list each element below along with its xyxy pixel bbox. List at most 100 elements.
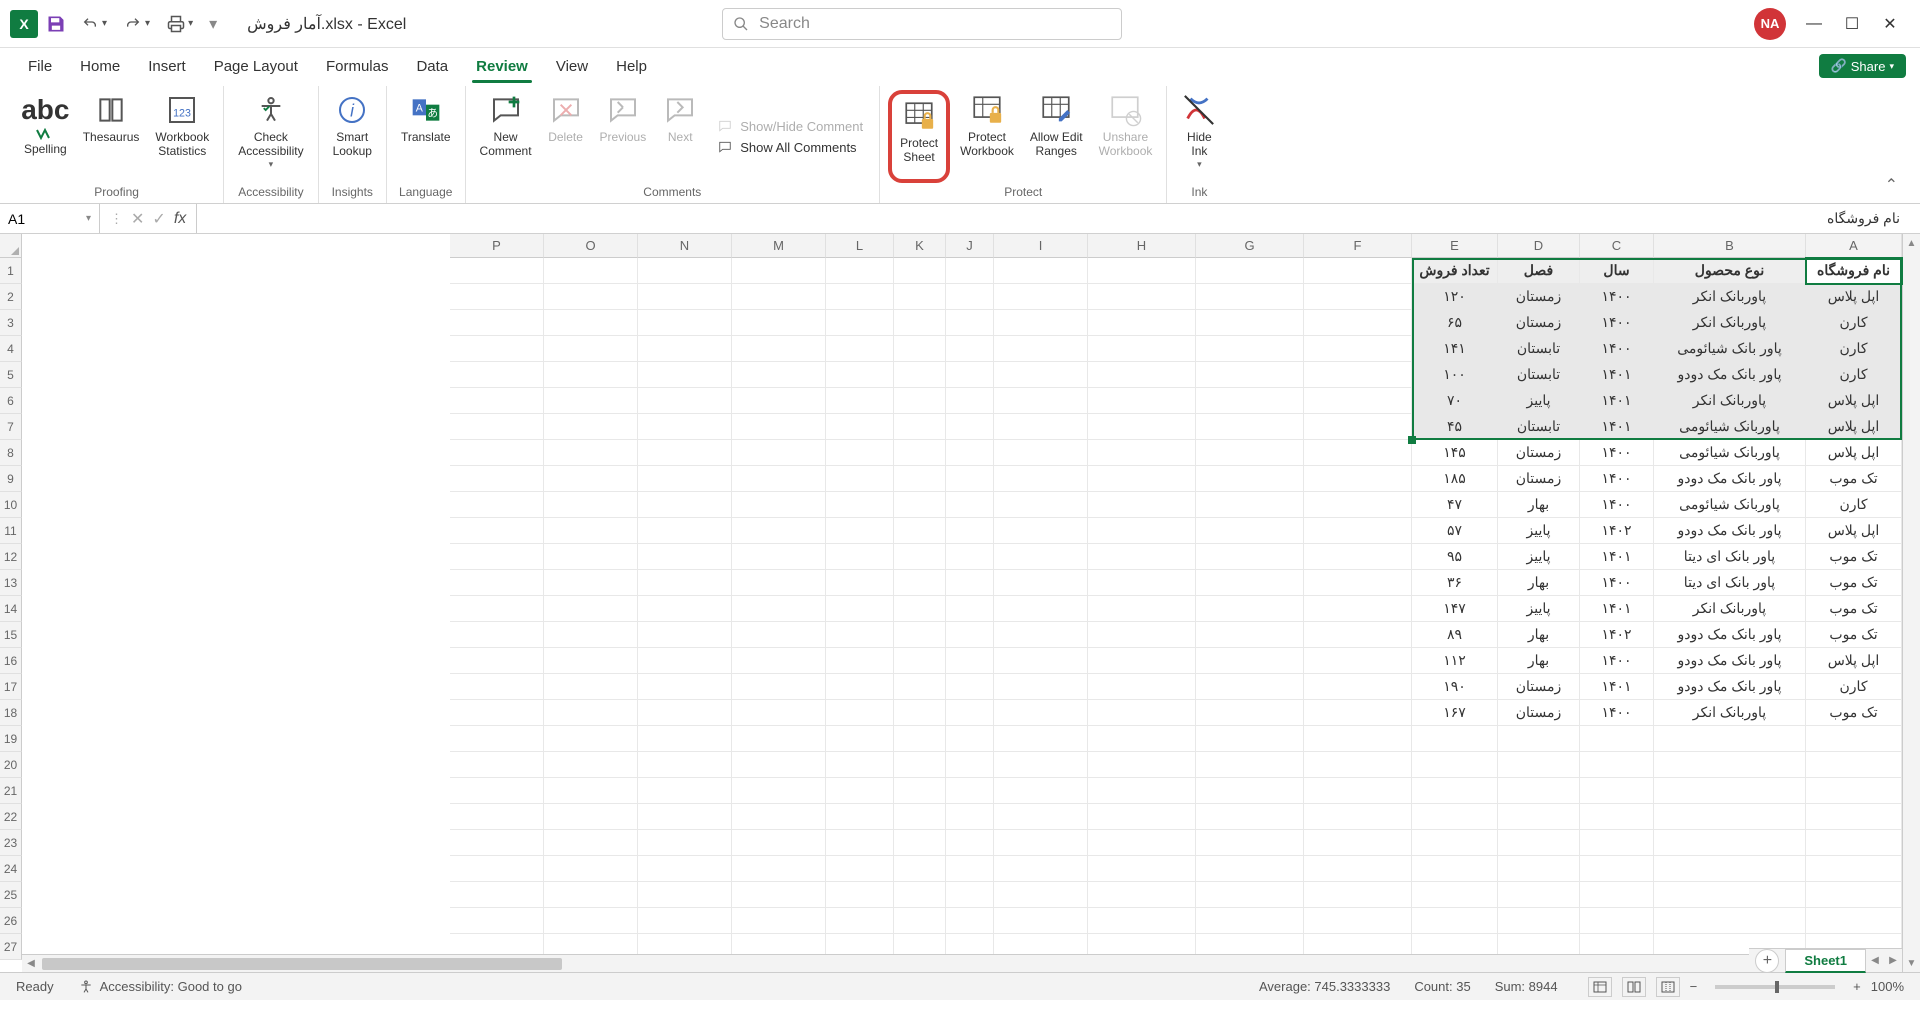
cell-O15[interactable] bbox=[544, 622, 638, 648]
cell-B10[interactable]: پاوربانک شیائومی bbox=[1654, 492, 1806, 518]
cell-O18[interactable] bbox=[544, 700, 638, 726]
cell-B15[interactable]: پاور بانک مک دودو bbox=[1654, 622, 1806, 648]
cell-D9[interactable]: زمستان bbox=[1498, 466, 1580, 492]
cell-K7[interactable] bbox=[894, 414, 946, 440]
cell-D2[interactable]: زمستان bbox=[1498, 284, 1580, 310]
cell-B19[interactable] bbox=[1654, 726, 1806, 752]
close-button[interactable]: ✕ bbox=[1880, 14, 1900, 34]
cell-H19[interactable] bbox=[1088, 726, 1196, 752]
cell-G7[interactable] bbox=[1196, 414, 1304, 440]
cell-F9[interactable] bbox=[1304, 466, 1412, 492]
cell-H8[interactable] bbox=[1088, 440, 1196, 466]
cell-G13[interactable] bbox=[1196, 570, 1304, 596]
cell-M8[interactable] bbox=[732, 440, 826, 466]
cell-D17[interactable]: زمستان bbox=[1498, 674, 1580, 700]
translate-button[interactable]: Aあ Translate bbox=[395, 90, 457, 183]
cell-M3[interactable] bbox=[732, 310, 826, 336]
cell-A20[interactable] bbox=[1806, 752, 1902, 778]
cell-N3[interactable] bbox=[638, 310, 732, 336]
cell-N15[interactable] bbox=[638, 622, 732, 648]
cell-H11[interactable] bbox=[1088, 518, 1196, 544]
view-page-break-button[interactable] bbox=[1656, 977, 1680, 997]
spelling-button[interactable]: abc Spelling bbox=[18, 90, 73, 183]
cell-N24[interactable] bbox=[638, 856, 732, 882]
cell-B11[interactable]: پاور بانک مک دودو bbox=[1654, 518, 1806, 544]
cell-L22[interactable] bbox=[826, 804, 894, 830]
cell-F17[interactable] bbox=[1304, 674, 1412, 700]
cell-H12[interactable] bbox=[1088, 544, 1196, 570]
cell-P11[interactable] bbox=[450, 518, 544, 544]
cell-C18[interactable]: ۱۴۰۰ bbox=[1580, 700, 1654, 726]
cell-P17[interactable] bbox=[450, 674, 544, 700]
cell-K8[interactable] bbox=[894, 440, 946, 466]
row-header-22[interactable]: 22 bbox=[0, 804, 22, 830]
cell-D20[interactable] bbox=[1498, 752, 1580, 778]
cell-G1[interactable] bbox=[1196, 258, 1304, 284]
cell-M16[interactable] bbox=[732, 648, 826, 674]
minimize-button[interactable]: — bbox=[1804, 14, 1824, 34]
cell-F18[interactable] bbox=[1304, 700, 1412, 726]
cell-D7[interactable]: تابستان bbox=[1498, 414, 1580, 440]
cell-B6[interactable]: پاوربانک انکر bbox=[1654, 388, 1806, 414]
row-header-17[interactable]: 17 bbox=[0, 674, 22, 700]
row-header-14[interactable]: 14 bbox=[0, 596, 22, 622]
allow-edit-ranges-button[interactable]: Allow Edit Ranges bbox=[1024, 90, 1089, 183]
cell-P7[interactable] bbox=[450, 414, 544, 440]
cell-L17[interactable] bbox=[826, 674, 894, 700]
cell-M9[interactable] bbox=[732, 466, 826, 492]
cell-H9[interactable] bbox=[1088, 466, 1196, 492]
cell-E17[interactable]: ۱۹۰ bbox=[1412, 674, 1498, 700]
cell-I22[interactable] bbox=[994, 804, 1088, 830]
cell-G19[interactable] bbox=[1196, 726, 1304, 752]
cell-P12[interactable] bbox=[450, 544, 544, 570]
cell-A2[interactable]: اپل پلاس bbox=[1806, 284, 1902, 310]
row-header-13[interactable]: 13 bbox=[0, 570, 22, 596]
column-header-L[interactable]: L bbox=[826, 234, 894, 258]
cell-I7[interactable] bbox=[994, 414, 1088, 440]
collapse-ribbon-button[interactable]: ⌃ bbox=[1873, 167, 1910, 203]
cell-N4[interactable] bbox=[638, 336, 732, 362]
cell-K22[interactable] bbox=[894, 804, 946, 830]
cell-P3[interactable] bbox=[450, 310, 544, 336]
cell-E6[interactable]: ۷۰ bbox=[1412, 388, 1498, 414]
cell-M10[interactable] bbox=[732, 492, 826, 518]
cell-F10[interactable] bbox=[1304, 492, 1412, 518]
cell-H13[interactable] bbox=[1088, 570, 1196, 596]
cell-G25[interactable] bbox=[1196, 882, 1304, 908]
cell-A11[interactable]: اپل پلاس bbox=[1806, 518, 1902, 544]
tab-view[interactable]: View bbox=[542, 52, 602, 81]
scroll-up-arrow[interactable]: ▲ bbox=[1903, 234, 1920, 252]
cell-B21[interactable] bbox=[1654, 778, 1806, 804]
cell-C15[interactable]: ۱۴۰۲ bbox=[1580, 622, 1654, 648]
cell-K10[interactable] bbox=[894, 492, 946, 518]
cell-E7[interactable]: ۴۵ bbox=[1412, 414, 1498, 440]
cell-P9[interactable] bbox=[450, 466, 544, 492]
cell-O20[interactable] bbox=[544, 752, 638, 778]
status-accessibility[interactable]: Accessibility: Good to go bbox=[78, 979, 242, 995]
cell-N2[interactable] bbox=[638, 284, 732, 310]
cell-L14[interactable] bbox=[826, 596, 894, 622]
cell-I24[interactable] bbox=[994, 856, 1088, 882]
cell-P26[interactable] bbox=[450, 908, 544, 934]
cell-O11[interactable] bbox=[544, 518, 638, 544]
cell-E24[interactable] bbox=[1412, 856, 1498, 882]
row-header-9[interactable]: 9 bbox=[0, 466, 22, 492]
cell-E16[interactable]: ۱۱۲ bbox=[1412, 648, 1498, 674]
cell-O14[interactable] bbox=[544, 596, 638, 622]
column-header-E[interactable]: E bbox=[1412, 234, 1498, 258]
cell-I4[interactable] bbox=[994, 336, 1088, 362]
cell-C16[interactable]: ۱۴۰۰ bbox=[1580, 648, 1654, 674]
cell-N17[interactable] bbox=[638, 674, 732, 700]
cell-M20[interactable] bbox=[732, 752, 826, 778]
cell-D5[interactable]: تابستان bbox=[1498, 362, 1580, 388]
cell-L2[interactable] bbox=[826, 284, 894, 310]
cell-G5[interactable] bbox=[1196, 362, 1304, 388]
cell-G24[interactable] bbox=[1196, 856, 1304, 882]
cell-M24[interactable] bbox=[732, 856, 826, 882]
column-header-I[interactable]: I bbox=[994, 234, 1088, 258]
cell-F7[interactable] bbox=[1304, 414, 1412, 440]
new-comment-button[interactable]: New Comment bbox=[474, 90, 538, 183]
cell-A16[interactable]: اپل پلاس bbox=[1806, 648, 1902, 674]
cell-H15[interactable] bbox=[1088, 622, 1196, 648]
cell-P5[interactable] bbox=[450, 362, 544, 388]
